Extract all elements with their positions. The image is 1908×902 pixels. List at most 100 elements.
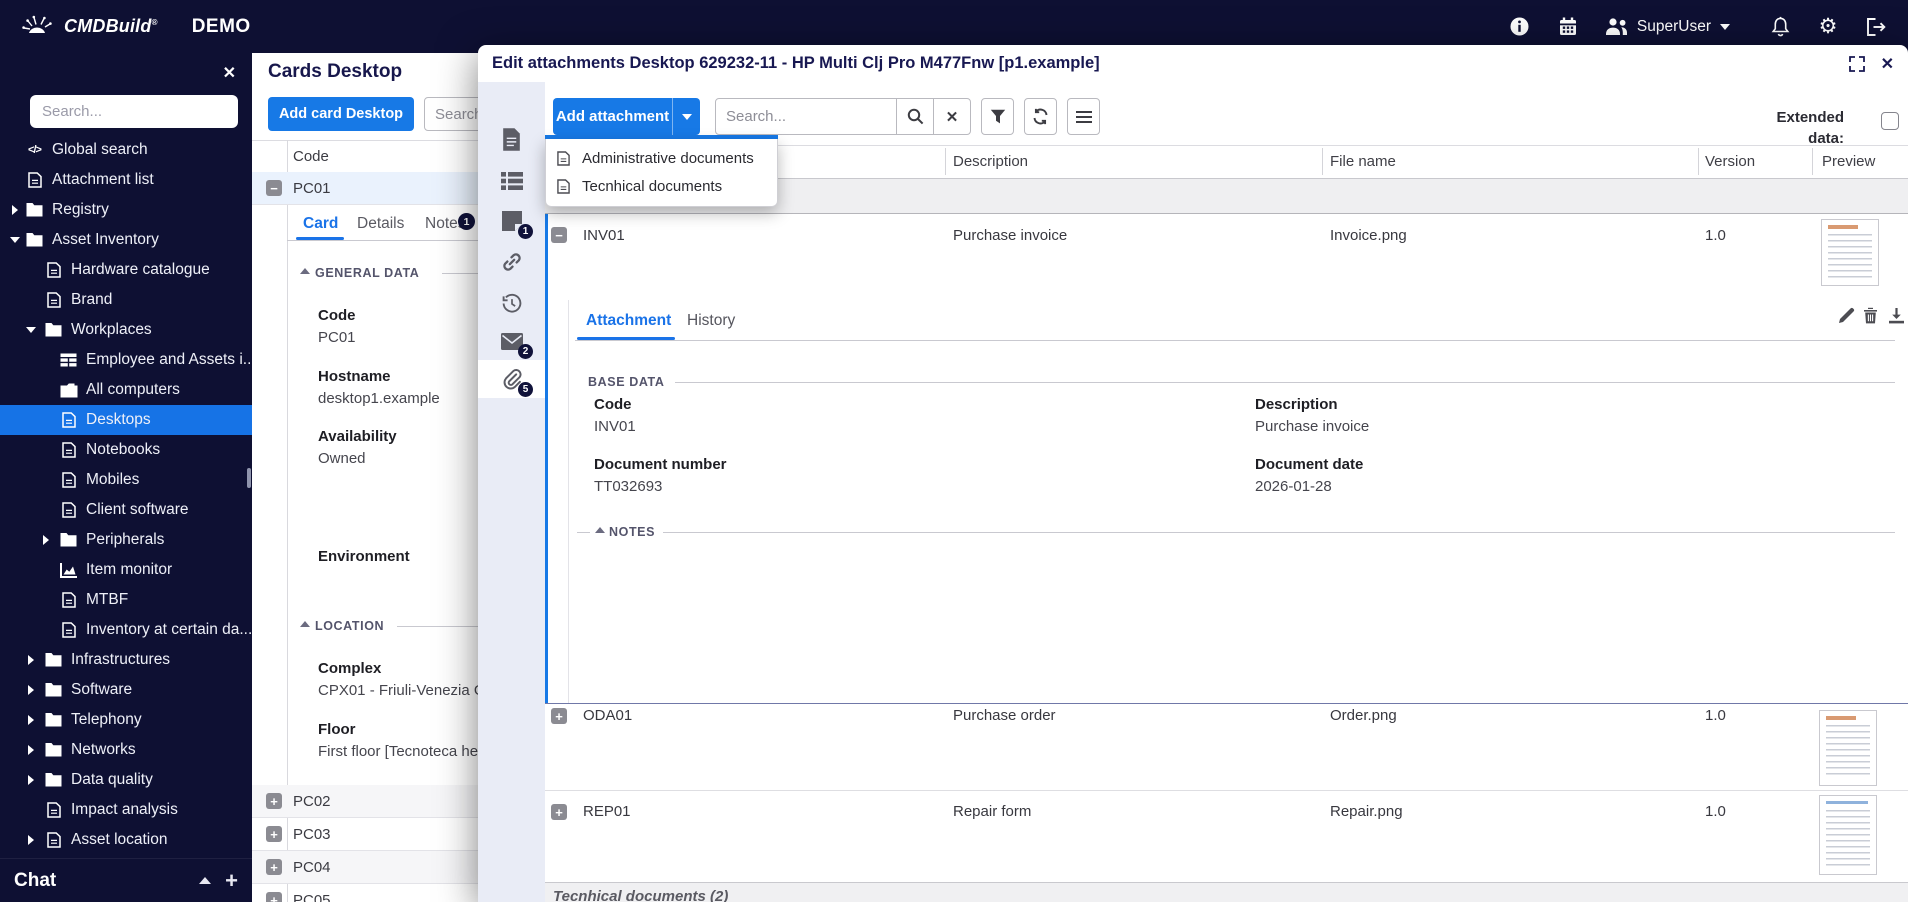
notes-icon[interactable]: 1 bbox=[478, 202, 545, 240]
sidebar-item-telephony[interactable]: Telephony bbox=[0, 705, 252, 735]
attachments-paperclip-icon[interactable]: 5 bbox=[478, 360, 545, 398]
cell-description[interactable]: Repair form bbox=[953, 802, 1031, 822]
cell-version[interactable]: 1.0 bbox=[1705, 706, 1726, 726]
menu-item-administrative-documents[interactable]: Administrative documents bbox=[546, 144, 777, 172]
add-attachment-menu-arrow[interactable] bbox=[672, 98, 700, 135]
tab-details[interactable]: Details bbox=[357, 215, 404, 233]
attachment-preview-thumbnail[interactable] bbox=[1819, 795, 1877, 875]
email-icon[interactable]: 2 bbox=[478, 322, 545, 360]
close-icon[interactable]: ✕ bbox=[1881, 54, 1894, 74]
tab-card[interactable]: Card bbox=[303, 215, 338, 233]
sidebar-item-registry[interactable]: Registry bbox=[0, 195, 252, 225]
sidebar-item-data-quality[interactable]: Data quality bbox=[0, 765, 252, 795]
logout-icon[interactable] bbox=[1864, 15, 1888, 39]
sidebar-item-hardware-catalogue[interactable]: Hardware catalogue bbox=[0, 255, 252, 285]
cell-file-name[interactable]: Order.png bbox=[1330, 706, 1397, 726]
sidebar-item-workplaces[interactable]: Workplaces bbox=[0, 315, 252, 345]
sidebar-item-desktops[interactable]: Desktops bbox=[0, 405, 252, 435]
collapse-section-icon[interactable] bbox=[300, 621, 310, 627]
sidebar-item-attachment-list[interactable]: Attachment list bbox=[0, 165, 252, 195]
sidebar-item-software[interactable]: Software bbox=[0, 675, 252, 705]
sidebar-item-networks[interactable]: Networks bbox=[0, 735, 252, 765]
sidebar-item-item-monitor[interactable]: Item monitor bbox=[0, 555, 252, 585]
column-header-description[interactable]: Description bbox=[953, 145, 1028, 178]
sidebar-item-asset-location[interactable]: Asset location bbox=[0, 825, 252, 855]
collapse-row-toggle[interactable] bbox=[266, 180, 282, 196]
column-header-code[interactable]: Code bbox=[293, 148, 329, 165]
cell-file-name[interactable]: Invoice.png bbox=[1330, 226, 1407, 246]
collapse-row-toggle[interactable] bbox=[551, 227, 567, 243]
new-chat-plus-icon[interactable]: + bbox=[225, 869, 238, 891]
cell-code[interactable]: INV01 bbox=[583, 226, 625, 246]
download-icon[interactable] bbox=[1888, 308, 1905, 324]
cell-description[interactable]: Purchase order bbox=[953, 706, 1056, 726]
sidebar-search-input[interactable] bbox=[30, 95, 238, 128]
expand-row-toggle[interactable] bbox=[266, 859, 282, 875]
collapse-section-icon[interactable] bbox=[595, 527, 605, 533]
expand-row-toggle[interactable] bbox=[266, 826, 282, 842]
cell-code[interactable]: PC01 bbox=[293, 180, 331, 197]
cell-code[interactable]: ODA01 bbox=[583, 706, 632, 726]
sidebar-item-inventory-at-date[interactable]: Inventory at certain da... bbox=[0, 615, 252, 645]
collapse-section-icon[interactable] bbox=[300, 268, 310, 274]
tab-attachment[interactable]: Attachment bbox=[586, 312, 671, 330]
notifications-bell-icon[interactable] bbox=[1768, 15, 1792, 39]
details-list-icon[interactable] bbox=[478, 162, 545, 200]
history-icon[interactable] bbox=[478, 284, 545, 322]
cell-description[interactable]: Purchase invoice bbox=[953, 226, 1067, 246]
cell-code[interactable]: PC05 bbox=[293, 892, 331, 902]
sidebar-item-asset-inventory[interactable]: Asset Inventory bbox=[0, 225, 252, 255]
menu-item-tecnhical-documents[interactable]: Tecnhical documents bbox=[546, 172, 777, 200]
info-icon[interactable] bbox=[1508, 15, 1532, 39]
cell-file-name[interactable]: Repair.png bbox=[1330, 802, 1403, 822]
sidebar-scrollbar[interactable] bbox=[247, 468, 251, 488]
cell-version[interactable]: 1.0 bbox=[1705, 802, 1726, 822]
tab-history[interactable]: History bbox=[687, 312, 735, 330]
column-header-preview[interactable]: Preview bbox=[1822, 145, 1875, 178]
cell-code[interactable]: REP01 bbox=[583, 802, 631, 822]
extended-data-checkbox[interactable] bbox=[1881, 112, 1899, 130]
sidebar-close-icon[interactable]: ✕ bbox=[223, 63, 236, 83]
sidebar-item-employee-and-assets[interactable]: Employee and Assets i... bbox=[0, 345, 252, 375]
edit-pencil-icon[interactable] bbox=[1838, 307, 1855, 324]
menu-button[interactable] bbox=[1067, 98, 1100, 135]
sidebar-item-brand[interactable]: Brand bbox=[0, 285, 252, 315]
user-menu[interactable]: SuperUser bbox=[1604, 15, 1730, 39]
search-button[interactable] bbox=[896, 98, 934, 135]
chat-panel-header[interactable]: Chat + bbox=[0, 858, 252, 902]
sidebar-item-global-search[interactable]: </> Global search bbox=[0, 135, 252, 165]
column-header-file-name[interactable]: File name bbox=[1330, 145, 1396, 178]
calendar-icon[interactable] bbox=[1556, 15, 1580, 39]
refresh-button[interactable] bbox=[1024, 98, 1057, 135]
filter-button[interactable] bbox=[981, 98, 1014, 135]
column-header-version[interactable]: Version bbox=[1705, 145, 1755, 178]
collapse-up-icon[interactable] bbox=[199, 877, 212, 884]
expand-row-toggle[interactable] bbox=[266, 793, 282, 809]
relations-link-icon[interactable] bbox=[478, 243, 545, 281]
expand-row-toggle[interactable] bbox=[266, 892, 282, 902]
expand-row-toggle[interactable] bbox=[551, 708, 567, 724]
attachment-preview-thumbnail[interactable] bbox=[1821, 219, 1879, 286]
cell-code[interactable]: PC03 bbox=[293, 826, 331, 843]
delete-trash-icon[interactable] bbox=[1863, 307, 1878, 324]
sidebar-item-mobiles[interactable]: Mobiles bbox=[0, 465, 252, 495]
clear-search-button[interactable]: ✕ bbox=[933, 98, 971, 135]
add-attachment-split-button[interactable]: Add attachment bbox=[553, 98, 700, 135]
attachments-search-input[interactable] bbox=[715, 98, 897, 135]
sidebar-item-all-computers[interactable]: All computers bbox=[0, 375, 252, 405]
sidebar-item-notebooks[interactable]: Notebooks bbox=[0, 435, 252, 465]
sidebar-item-peripherals[interactable]: Peripherals bbox=[0, 525, 252, 555]
add-card-button[interactable]: Add card Desktop bbox=[268, 97, 414, 131]
attachment-preview-thumbnail[interactable] bbox=[1819, 710, 1877, 786]
sidebar-item-infrastructures[interactable]: Infrastructures bbox=[0, 645, 252, 675]
sidebar-item-mtbf[interactable]: MTBF bbox=[0, 585, 252, 615]
cell-code[interactable]: PC02 bbox=[293, 793, 331, 810]
sidebar-item-impact-analysis[interactable]: Impact analysis bbox=[0, 795, 252, 825]
cell-version[interactable]: 1.0 bbox=[1705, 226, 1726, 246]
card-data-icon[interactable] bbox=[478, 120, 545, 158]
add-attachment-button[interactable]: Add attachment bbox=[553, 98, 672, 135]
maximize-icon[interactable] bbox=[1848, 55, 1865, 72]
cell-code[interactable]: PC04 bbox=[293, 859, 331, 876]
sidebar-item-client-software[interactable]: Client software bbox=[0, 495, 252, 525]
settings-gear-icon[interactable]: ⚙ bbox=[1816, 15, 1840, 39]
